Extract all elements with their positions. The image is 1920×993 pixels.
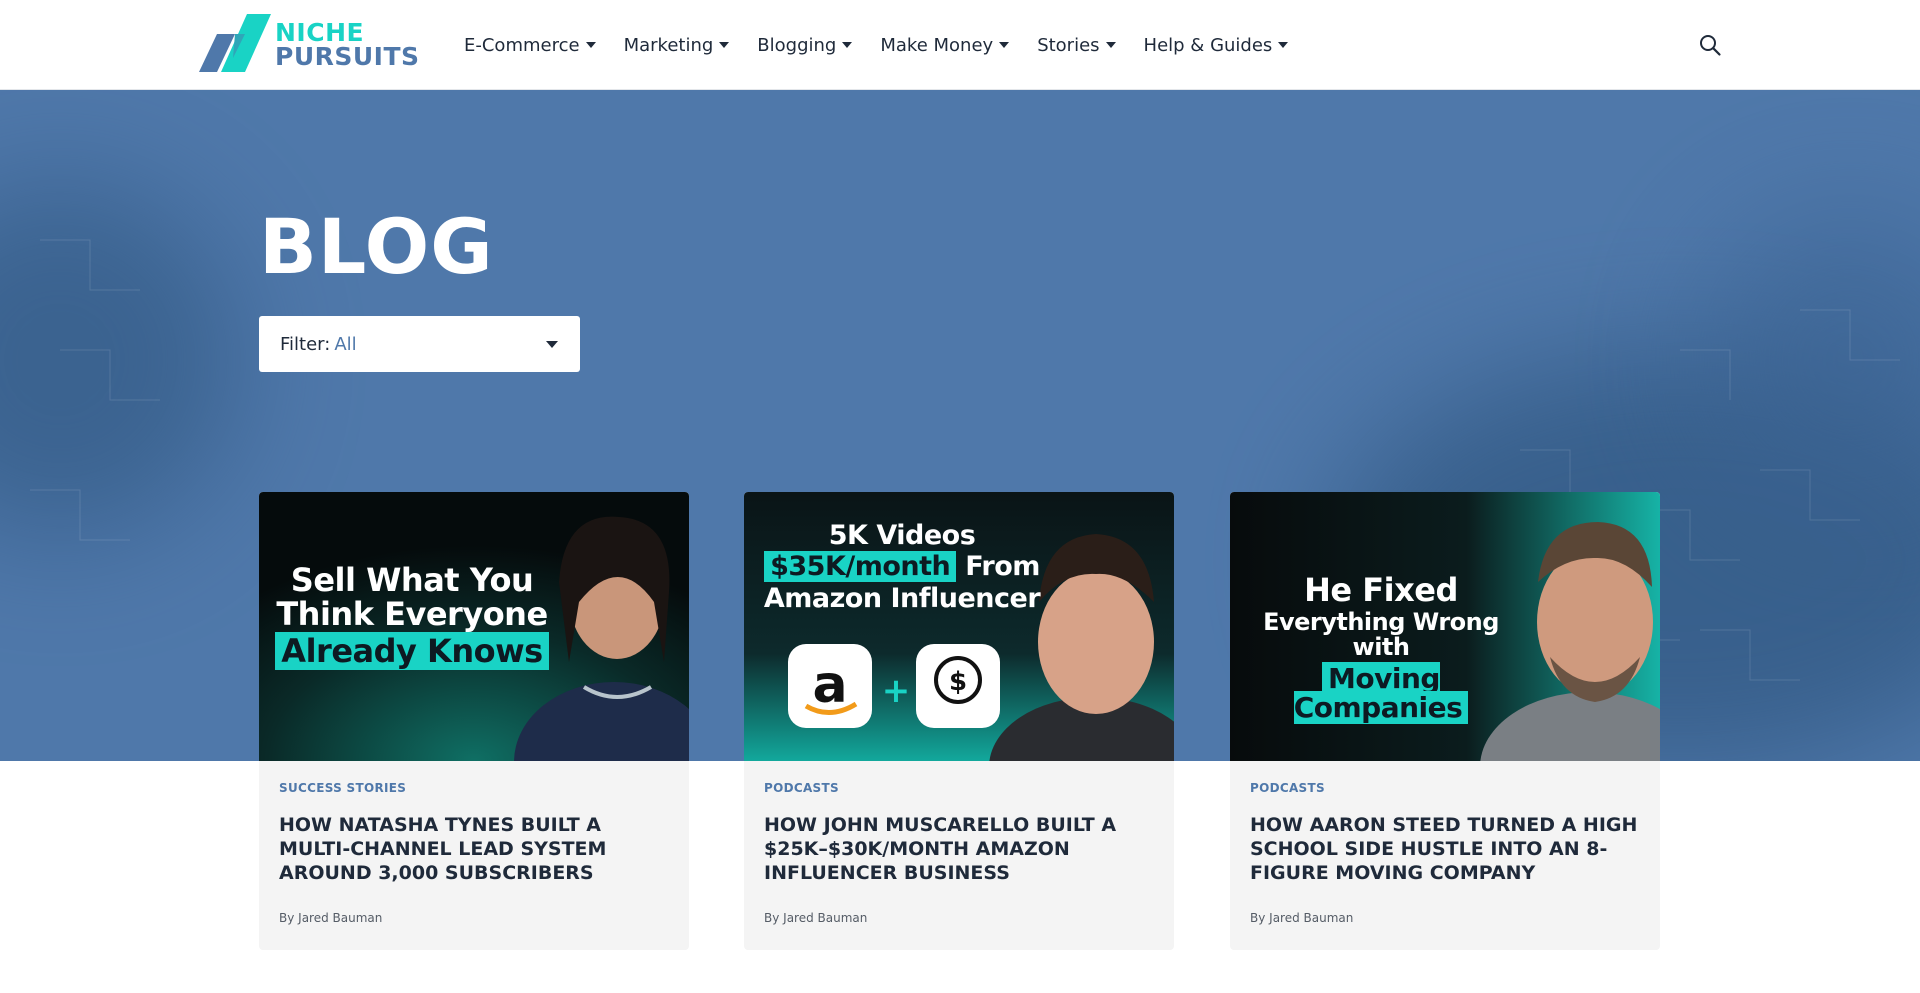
caret-down-icon — [1278, 42, 1289, 48]
logo-mark-icon — [199, 14, 271, 72]
post-title[interactable]: HOW JOHN MUSCARELLO BUILT A $25K–$30K/MO… — [764, 813, 1154, 885]
caret-down-icon — [546, 341, 558, 348]
caret-down-icon — [842, 42, 853, 48]
post-thumbnail[interactable]: Sell What You Think Everyone Already Kno… — [259, 492, 689, 761]
nav-item-marketing[interactable]: Marketing — [624, 35, 730, 56]
post-title[interactable]: HOW NATASHA TYNES BUILT A MULTI-CHANNEL … — [279, 813, 669, 885]
filter-label: Filter: — [280, 333, 331, 355]
site-header: NICHE PURSUITS E-Commerce Marketing Blog… — [0, 0, 1920, 90]
nav-item-label: Make Money — [880, 34, 994, 56]
filter-dropdown[interactable]: Filter: All — [259, 316, 580, 372]
thumbnail-headline-highlight: Already Knows — [275, 632, 549, 671]
post-thumbnail[interactable]: a + $ 5K Videos $35K/month From Amazon I… — [744, 492, 1174, 761]
page-title: BLOG — [259, 202, 494, 291]
post-author: By Jared Bauman — [1250, 911, 1354, 925]
post-category[interactable]: PODCASTS — [764, 781, 1154, 795]
thumbnail-headline-highlight: $35K/month — [764, 551, 957, 583]
post-card-body: PODCASTS HOW JOHN MUSCARELLO BUILT A $25… — [764, 781, 1154, 885]
caret-down-icon — [585, 42, 596, 48]
logo-wordmark: NICHE PURSUITS — [275, 20, 420, 71]
thumbnail-headline-line: Think Everyone — [276, 594, 548, 633]
caret-down-icon — [1105, 42, 1116, 48]
nav-item-label: Marketing — [623, 34, 714, 56]
post-category[interactable]: PODCASTS — [1250, 781, 1640, 795]
nav-item-label: Help & Guides — [1143, 34, 1273, 56]
logo-line-2: PURSUITS — [275, 42, 420, 71]
nav-item-make-money[interactable]: Make Money — [880, 34, 1010, 56]
nav-item-label: Stories — [1037, 34, 1100, 56]
post-category[interactable]: SUCCESS STORIES — [279, 781, 669, 795]
thumbnail-headline-line: Everything Wrong with — [1263, 607, 1499, 661]
site-logo[interactable]: NICHE PURSUITS — [199, 14, 425, 76]
post-card-body: PODCASTS HOW AARON STEED TURNED A HIGH S… — [1250, 781, 1640, 885]
post-card-body: SUCCESS STORIES HOW NATASHA TYNES BUILT … — [279, 781, 669, 885]
thumbnail-headline-line: Sell What You — [290, 561, 534, 599]
nav-item-stories[interactable]: Stories — [1037, 34, 1116, 56]
post-author: By Jared Bauman — [764, 911, 868, 925]
post-card[interactable]: Sell What You Think Everyone Already Kno… — [259, 492, 689, 950]
post-title[interactable]: HOW AARON STEED TURNED A HIGH SCHOOL SID… — [1250, 813, 1640, 885]
post-author: By Jared Bauman — [279, 911, 383, 925]
nav-item-help-guides[interactable]: Help & Guides — [1144, 35, 1289, 56]
nav-item-label: E-Commerce — [464, 34, 580, 56]
thumbnail-headline-line: 5K Videos — [828, 520, 976, 551]
svg-text:+: + — [882, 671, 911, 711]
svg-text:$: $ — [949, 667, 967, 697]
search-icon[interactable] — [1698, 33, 1722, 57]
thumbnail-headline-line: From — [965, 551, 1040, 583]
svg-text:a: a — [812, 655, 847, 715]
post-card[interactable]: He Fixed Everything Wrong with Moving Co… — [1230, 492, 1660, 950]
thumbnail-headline-line: Amazon Influencer — [763, 582, 1041, 614]
filter-value: All — [334, 333, 357, 355]
thumbnail-headline-highlight: Moving Companies — [1293, 661, 1469, 725]
caret-down-icon — [999, 42, 1010, 48]
nav-item-blogging[interactable]: Blogging — [757, 34, 853, 56]
nav-item-e-commerce[interactable]: E-Commerce — [464, 35, 596, 56]
thumbnail-headline-line: He Fixed — [1304, 571, 1458, 609]
post-card[interactable]: a + $ 5K Videos $35K/month From Amazon I… — [744, 492, 1174, 950]
post-thumbnail[interactable]: He Fixed Everything Wrong with Moving Co… — [1230, 492, 1660, 761]
main-nav: E-Commerce Marketing Blogging Make Money… — [464, 0, 1316, 90]
nav-item-label: Blogging — [757, 34, 837, 56]
caret-down-icon — [719, 42, 730, 48]
